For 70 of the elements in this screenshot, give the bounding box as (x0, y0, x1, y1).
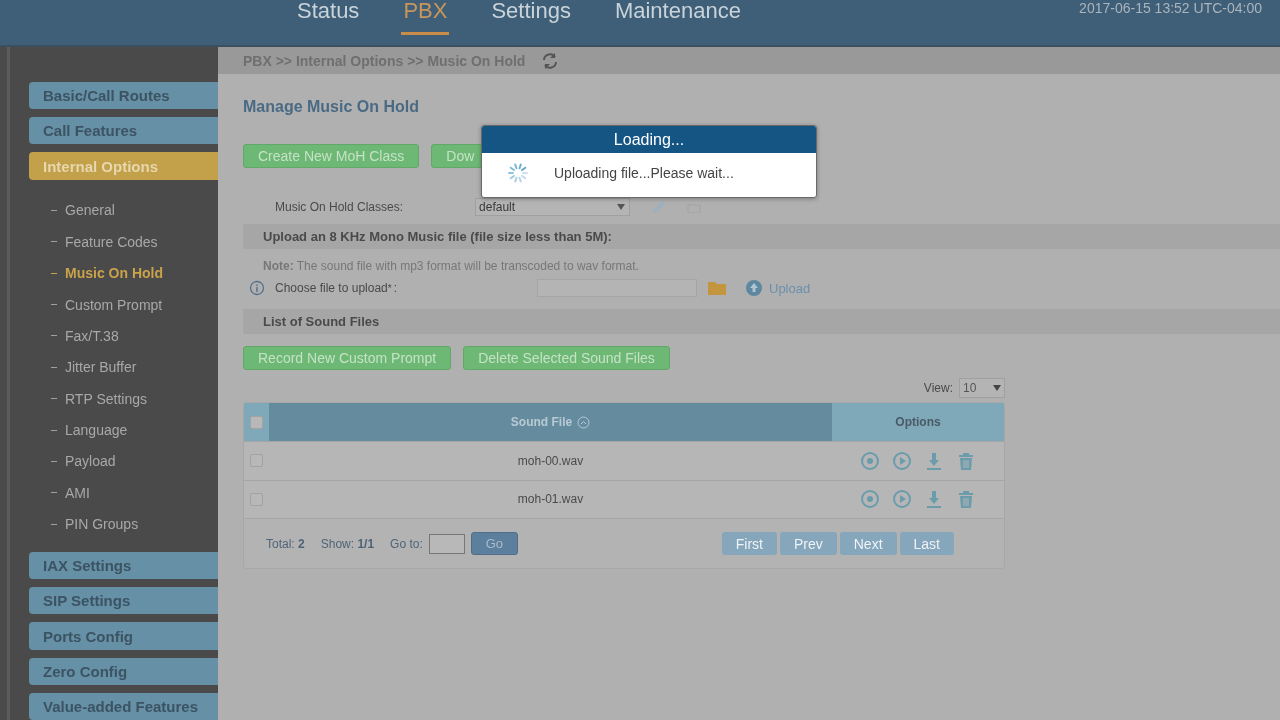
sidebar-item[interactable]: Ports Config (29, 622, 218, 650)
section-header: Upload an 8 KHz Mono Music file (file size less than 5M): (243, 224, 1280, 249)
colon: : (393, 281, 397, 295)
refresh-icon[interactable] (541, 51, 560, 70)
sidebar-subitem[interactable]: Jitter Buffer (51, 351, 218, 383)
select-all-checkbox[interactable] (250, 415, 263, 429)
table-cell: moh-01.wav (517, 492, 584, 507)
field-label: Choose file to upload (275, 281, 388, 295)
pager-button[interactable]: Next (839, 532, 897, 555)
sidebar-subitem[interactable]: Music On Hold (51, 257, 218, 289)
sidebar-item[interactable]: Call Features (29, 117, 218, 145)
field-label: Music On Hold Classes: (275, 200, 404, 214)
sidebar-subitem[interactable]: AMI (51, 477, 218, 509)
sidebar-subitem[interactable]: Language (51, 414, 218, 446)
goto-label: Go to: (390, 536, 423, 551)
sidebar-item[interactable]: Value-added Features (29, 692, 218, 720)
nav-tab[interactable]: Maintenance (612, 0, 743, 35)
caret-icon[interactable] (617, 204, 626, 210)
column-header: Options (832, 403, 1004, 441)
spinner-icon (508, 163, 528, 183)
total-text: Total: 2 (266, 536, 305, 551)
section-header: List of Sound Files (243, 309, 1280, 334)
caret-icon[interactable] (993, 385, 1001, 391)
sidebar-subitem[interactable]: Payload (51, 445, 218, 478)
dialog-title: Loading... (482, 126, 816, 153)
nav-tab[interactable]: Settings (489, 0, 573, 35)
sidebar-subitem[interactable]: RTP Settings (51, 383, 218, 415)
column-header[interactable]: Sound File (269, 403, 832, 441)
record-icon[interactable] (860, 450, 880, 471)
sidebar-subitem[interactable]: Feature Codes (51, 226, 218, 258)
folder-icon[interactable] (707, 280, 727, 296)
class-button[interactable]: Create New MoH Class (243, 144, 420, 168)
nav-tab[interactable]: PBX (401, 0, 450, 35)
play-icon[interactable] (892, 450, 912, 471)
sidebar-subitem[interactable]: PIN Groups (51, 508, 218, 540)
view-label: View: (923, 381, 953, 395)
show-text: Show: 1/1 (320, 536, 375, 551)
pager-button[interactable]: Last (899, 532, 954, 555)
sidebar-item[interactable]: Internal Options (29, 152, 218, 180)
note-text: Note: The sound file with mp3 format will be transcoded to wav format. (262, 259, 640, 273)
view-select[interactable]: 10 (959, 378, 1005, 398)
sidebar-subitem[interactable]: Fax/T.38 (51, 320, 218, 352)
sidebar-item[interactable]: Basic/Call Routes (29, 82, 218, 110)
list-button[interactable]: Record New Custom Prompt (243, 346, 452, 370)
sort-icon[interactable] (577, 415, 591, 429)
goto-field[interactable] (428, 533, 465, 554)
sidebar-subitem[interactable]: General (51, 194, 218, 227)
play-icon[interactable] (892, 489, 912, 510)
go-button[interactable]: Go (470, 532, 518, 555)
upload-icon[interactable] (745, 279, 763, 297)
dialog-message: Uploading file...Please wait... (554, 165, 734, 181)
download-icon[interactable] (924, 450, 944, 471)
required-mark: * (387, 282, 392, 294)
date-time: 2017-06-15 13:52 UTC-04:00 (1079, 0, 1262, 16)
pager-button[interactable]: Prev (779, 532, 837, 555)
list-button[interactable]: Delete Selected Sound Files (463, 346, 670, 370)
download-icon[interactable] (924, 489, 944, 510)
sidebar-item[interactable]: IAX Settings (29, 551, 218, 580)
sidebar-item[interactable]: SIP Settings (29, 587, 218, 615)
pencil-icon[interactable] (650, 200, 667, 214)
nav-tab[interactable]: Status (295, 0, 362, 35)
pager-button[interactable]: First (721, 532, 777, 555)
record-icon[interactable] (860, 489, 880, 510)
table-cell: moh-00.wav (517, 453, 584, 468)
page-title: Manage Music On Hold (243, 98, 420, 116)
sidebar-item[interactable]: Zero Config (29, 657, 218, 685)
info-icon[interactable] (249, 280, 265, 296)
upload-link[interactable]: Upload (769, 280, 811, 296)
class-select[interactable]: default (475, 198, 631, 216)
sidebar-subitem[interactable]: Custom Prompt (51, 288, 218, 321)
